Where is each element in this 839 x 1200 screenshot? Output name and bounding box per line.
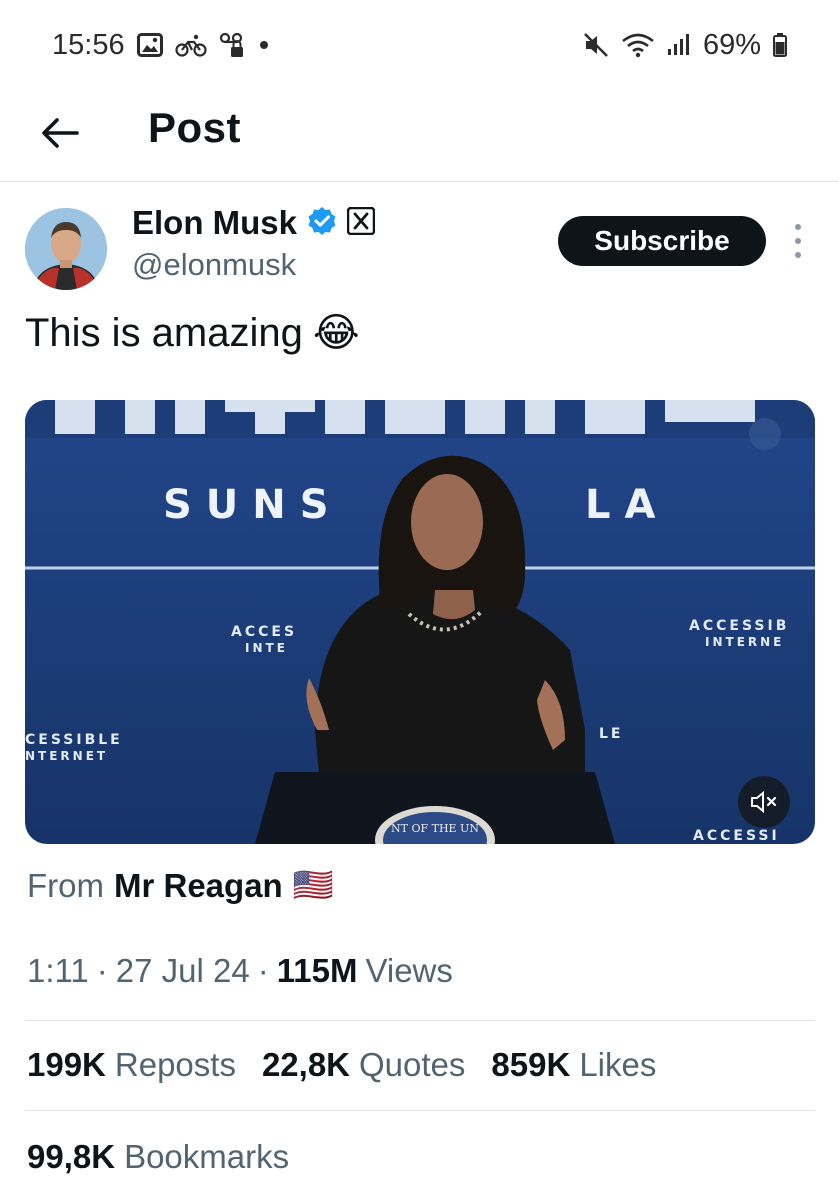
separator-dot: · [257,952,269,989]
divider [25,1110,815,1111]
backdrop-text-la: LA [585,482,669,528]
mute-icon [583,32,609,58]
views-label: Views [365,952,453,989]
from-prefix: From [27,866,104,904]
backdrop-text-interne: INTERNE [705,635,784,649]
author-display-name[interactable]: Elon Musk [132,204,297,242]
separator-dot: · [96,952,108,989]
wifi-icon [621,32,655,58]
backdrop-text-accessib: ACCESSIB [689,618,789,634]
battery-icon [773,33,787,57]
author-handle[interactable]: @elonmusk [132,247,296,283]
backdrop-text-suns: SUNS [163,482,343,528]
quotes-stat[interactable]: 22,8K Quotes [262,1046,465,1084]
status-time: 15:56 [52,28,125,61]
likes-stat[interactable]: 859K Likes [491,1046,656,1084]
views-count: 115M [276,952,358,989]
dot-icon [259,40,269,50]
post-meta: 1:11 · 27 Jul 24 · 115M Views [27,952,453,990]
gallery-icon [136,33,163,57]
quotes-label: Quotes [359,1046,466,1083]
backdrop-text-inte: INTE [245,641,288,655]
post-text: This is amazing 😂 [25,310,360,356]
x-affiliate-badge-icon [346,206,376,240]
bookmarks-label: Bookmarks [124,1138,290,1175]
mute-toggle-button[interactable] [738,776,790,828]
verified-badge-icon [307,206,337,241]
more-options-icon[interactable] [786,224,810,258]
podium-seal-text: NT OF THE UN [391,822,479,835]
divider [25,1020,815,1021]
laughing-emoji-icon: 😂 [312,311,360,355]
status-bar: 15:56 69% [0,0,839,90]
author-name-row: Elon Musk [132,204,376,242]
voicemail-lock-icon [219,32,247,58]
us-flag-icon: 🇺🇸 [292,866,334,903]
avatar[interactable] [25,208,107,290]
cycling-icon [174,33,207,57]
post-time[interactable]: 1:11 [27,952,89,990]
engagement-stats: 199K Reposts 22,8K Quotes 859K Likes [27,1046,682,1084]
bookmarks-count: 99,8K [27,1138,116,1175]
reposts-count: 199K [27,1046,106,1083]
reposts-stat[interactable]: 199K Reposts [27,1046,236,1084]
page-header: Post [0,90,839,182]
arrow-left-icon [42,118,79,148]
source-user-name[interactable]: Mr Reagan [114,867,283,905]
quotes-count: 22,8K [261,1046,351,1083]
battery-percent: 69% [702,28,761,61]
subscribe-button[interactable]: Subscribe [558,216,766,266]
video-player[interactable]: SUNS LA ACCES INTE ACCESSIB INTERNE CESS… [25,400,815,844]
backdrop-text-accessi: ACCESSI [693,828,780,844]
likes-count: 859K [491,1046,571,1083]
likes-label: Likes [579,1046,657,1083]
reposts-label: Reposts [114,1046,236,1083]
backdrop-text-nternet: NTERNET [25,749,108,763]
bookmarks-stat[interactable]: 99,8K Bookmarks [27,1138,289,1176]
back-button[interactable] [34,108,84,158]
post-body: This is amazing [25,310,303,355]
page-title: Post [148,104,242,151]
post-date[interactable]: 27 Jul 24 [116,952,250,990]
backdrop-text-le: LE [599,726,623,742]
signal-icon [667,33,691,57]
volume-muted-icon [751,790,777,814]
source-attribution: From Mr Reagan 🇺🇸 [27,866,334,905]
backdrop-text-cessible: CESSIBLE [25,732,123,748]
backdrop-text-acces: ACCES [231,624,297,640]
